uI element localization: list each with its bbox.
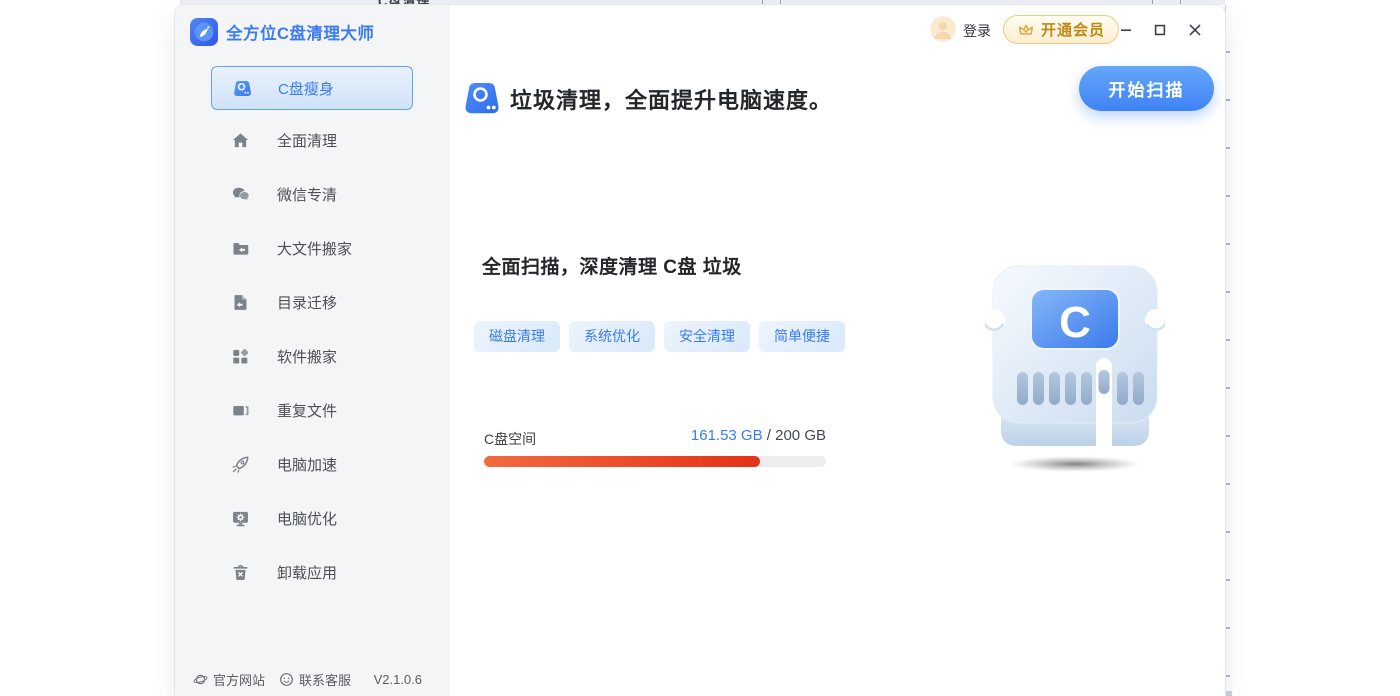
hero-title: 垃圾清理，全面提升电脑速度。 bbox=[510, 83, 832, 115]
planet-icon bbox=[193, 672, 208, 687]
sidebar-item-pc-optimize[interactable]: 电脑优化 bbox=[211, 498, 413, 538]
sidebar-item-duplicate-files[interactable]: 重复文件 bbox=[211, 390, 413, 430]
tag-safe-clean: 安全清理 bbox=[664, 321, 750, 352]
sidebar-item-label: C盘瘦身 bbox=[278, 78, 334, 99]
drive-letter: C bbox=[1059, 298, 1091, 347]
sidebar-item-big-file-move[interactable]: 大文件搬家 bbox=[211, 228, 413, 268]
sidebar-item-full-clean[interactable]: 全面清理 bbox=[211, 120, 413, 160]
c-drive-illustration: C bbox=[985, 258, 1165, 481]
minimize-button[interactable] bbox=[1113, 18, 1139, 42]
disk-separator: / bbox=[763, 427, 776, 444]
feature-tags: 磁盘清理 系统优化 安全清理 简单便捷 bbox=[474, 321, 854, 352]
contact-support-label: 联系客服 bbox=[299, 670, 351, 689]
close-icon bbox=[1187, 22, 1203, 38]
wechat-icon bbox=[232, 186, 249, 203]
maximize-icon bbox=[1152, 22, 1168, 38]
contact-support-link[interactable]: 联系客服 bbox=[279, 670, 351, 689]
desktop: C盘清理 全方位C盘清理大师 bbox=[0, 0, 1400, 696]
app-logo-row: 全方位C盘清理大师 bbox=[190, 18, 374, 46]
c-drive-clean-icon bbox=[462, 78, 502, 120]
sidebar-item-label: 卸载应用 bbox=[277, 562, 337, 583]
broom-logo-icon bbox=[190, 18, 218, 46]
disk-progress-fill bbox=[484, 456, 760, 467]
minimize-icon bbox=[1118, 22, 1134, 38]
vip-label: 开通会员 bbox=[1041, 19, 1105, 40]
maximize-button[interactable] bbox=[1147, 18, 1173, 42]
c-drive-bag-icon bbox=[232, 78, 253, 99]
disk-space-value: 161.53 GB / 200 GB bbox=[484, 427, 826, 444]
sidebar-item-label: 微信专清 bbox=[277, 184, 337, 205]
folder-move-icon bbox=[232, 240, 249, 257]
sidebar-item-label: 软件搬家 bbox=[277, 346, 337, 367]
tag-disk-clean: 磁盘清理 bbox=[474, 321, 560, 352]
trash-x-icon bbox=[232, 564, 249, 581]
version-label: V2.1.0.6 bbox=[374, 672, 422, 687]
login-button[interactable]: 登录 bbox=[963, 21, 991, 41]
sidebar-item-software-move[interactable]: 软件搬家 bbox=[211, 336, 413, 376]
duplicate-files-icon bbox=[232, 402, 249, 419]
content-heading: 全面扫描，深度清理 C盘 垃圾 bbox=[482, 252, 742, 279]
app-window: 全方位C盘清理大师 C盘瘦身 全面清理 bbox=[175, 5, 1225, 696]
hero-icon-wrap bbox=[462, 78, 502, 125]
avatar[interactable] bbox=[930, 16, 956, 42]
disk-total-value: 200 GB bbox=[775, 427, 826, 444]
file-move-icon bbox=[232, 294, 249, 311]
sidebar: 全方位C盘清理大师 C盘瘦身 全面清理 bbox=[175, 5, 450, 696]
close-button[interactable] bbox=[1182, 18, 1208, 42]
home-icon bbox=[232, 132, 249, 149]
sidebar-item-label: 全面清理 bbox=[277, 130, 337, 151]
app-title: 全方位C盘清理大师 bbox=[226, 20, 374, 44]
c-drive-chip-icon: C bbox=[985, 258, 1165, 476]
disk-used-value: 161.53 GB bbox=[691, 427, 763, 444]
start-scan-button[interactable]: 开始扫描 bbox=[1079, 66, 1214, 111]
crown-icon bbox=[1017, 21, 1035, 39]
sidebar-item-label: 电脑优化 bbox=[277, 508, 337, 529]
smiley-icon bbox=[279, 672, 294, 687]
sidebar-item-label: 大文件搬家 bbox=[277, 238, 352, 259]
sidebar-item-label: 目录迁移 bbox=[277, 292, 337, 313]
blocks-icon bbox=[232, 348, 249, 365]
sidebar-item-uninstall-apps[interactable]: 卸载应用 bbox=[211, 552, 413, 592]
vip-button[interactable]: 开通会员 bbox=[1003, 15, 1119, 44]
sidebar-item-label: 电脑加速 bbox=[277, 454, 337, 475]
sidebar-item-label: 重复文件 bbox=[277, 400, 337, 421]
sidebar-item-c-drive-slim[interactable]: C盘瘦身 bbox=[211, 66, 413, 110]
sidebar-item-dir-migrate[interactable]: 目录迁移 bbox=[211, 282, 413, 322]
sidebar-item-pc-speedup[interactable]: 电脑加速 bbox=[211, 444, 413, 484]
sidebar-footer: 官方网站 联系客服 V2.1.0.6 bbox=[193, 670, 422, 688]
official-website-link[interactable]: 官方网站 bbox=[193, 670, 265, 689]
official-website-label: 官方网站 bbox=[213, 670, 265, 689]
monitor-gear-icon bbox=[232, 510, 249, 527]
disk-progress-bar bbox=[484, 456, 826, 467]
tag-system-optimize: 系统优化 bbox=[569, 321, 655, 352]
rocket-icon bbox=[232, 456, 249, 473]
tag-simple-convenient: 简单便捷 bbox=[759, 321, 845, 352]
background-window-right-ruler bbox=[1225, 5, 1232, 696]
sidebar-item-wechat-clean[interactable]: 微信专清 bbox=[211, 174, 413, 214]
avatar-person-icon bbox=[930, 16, 956, 42]
